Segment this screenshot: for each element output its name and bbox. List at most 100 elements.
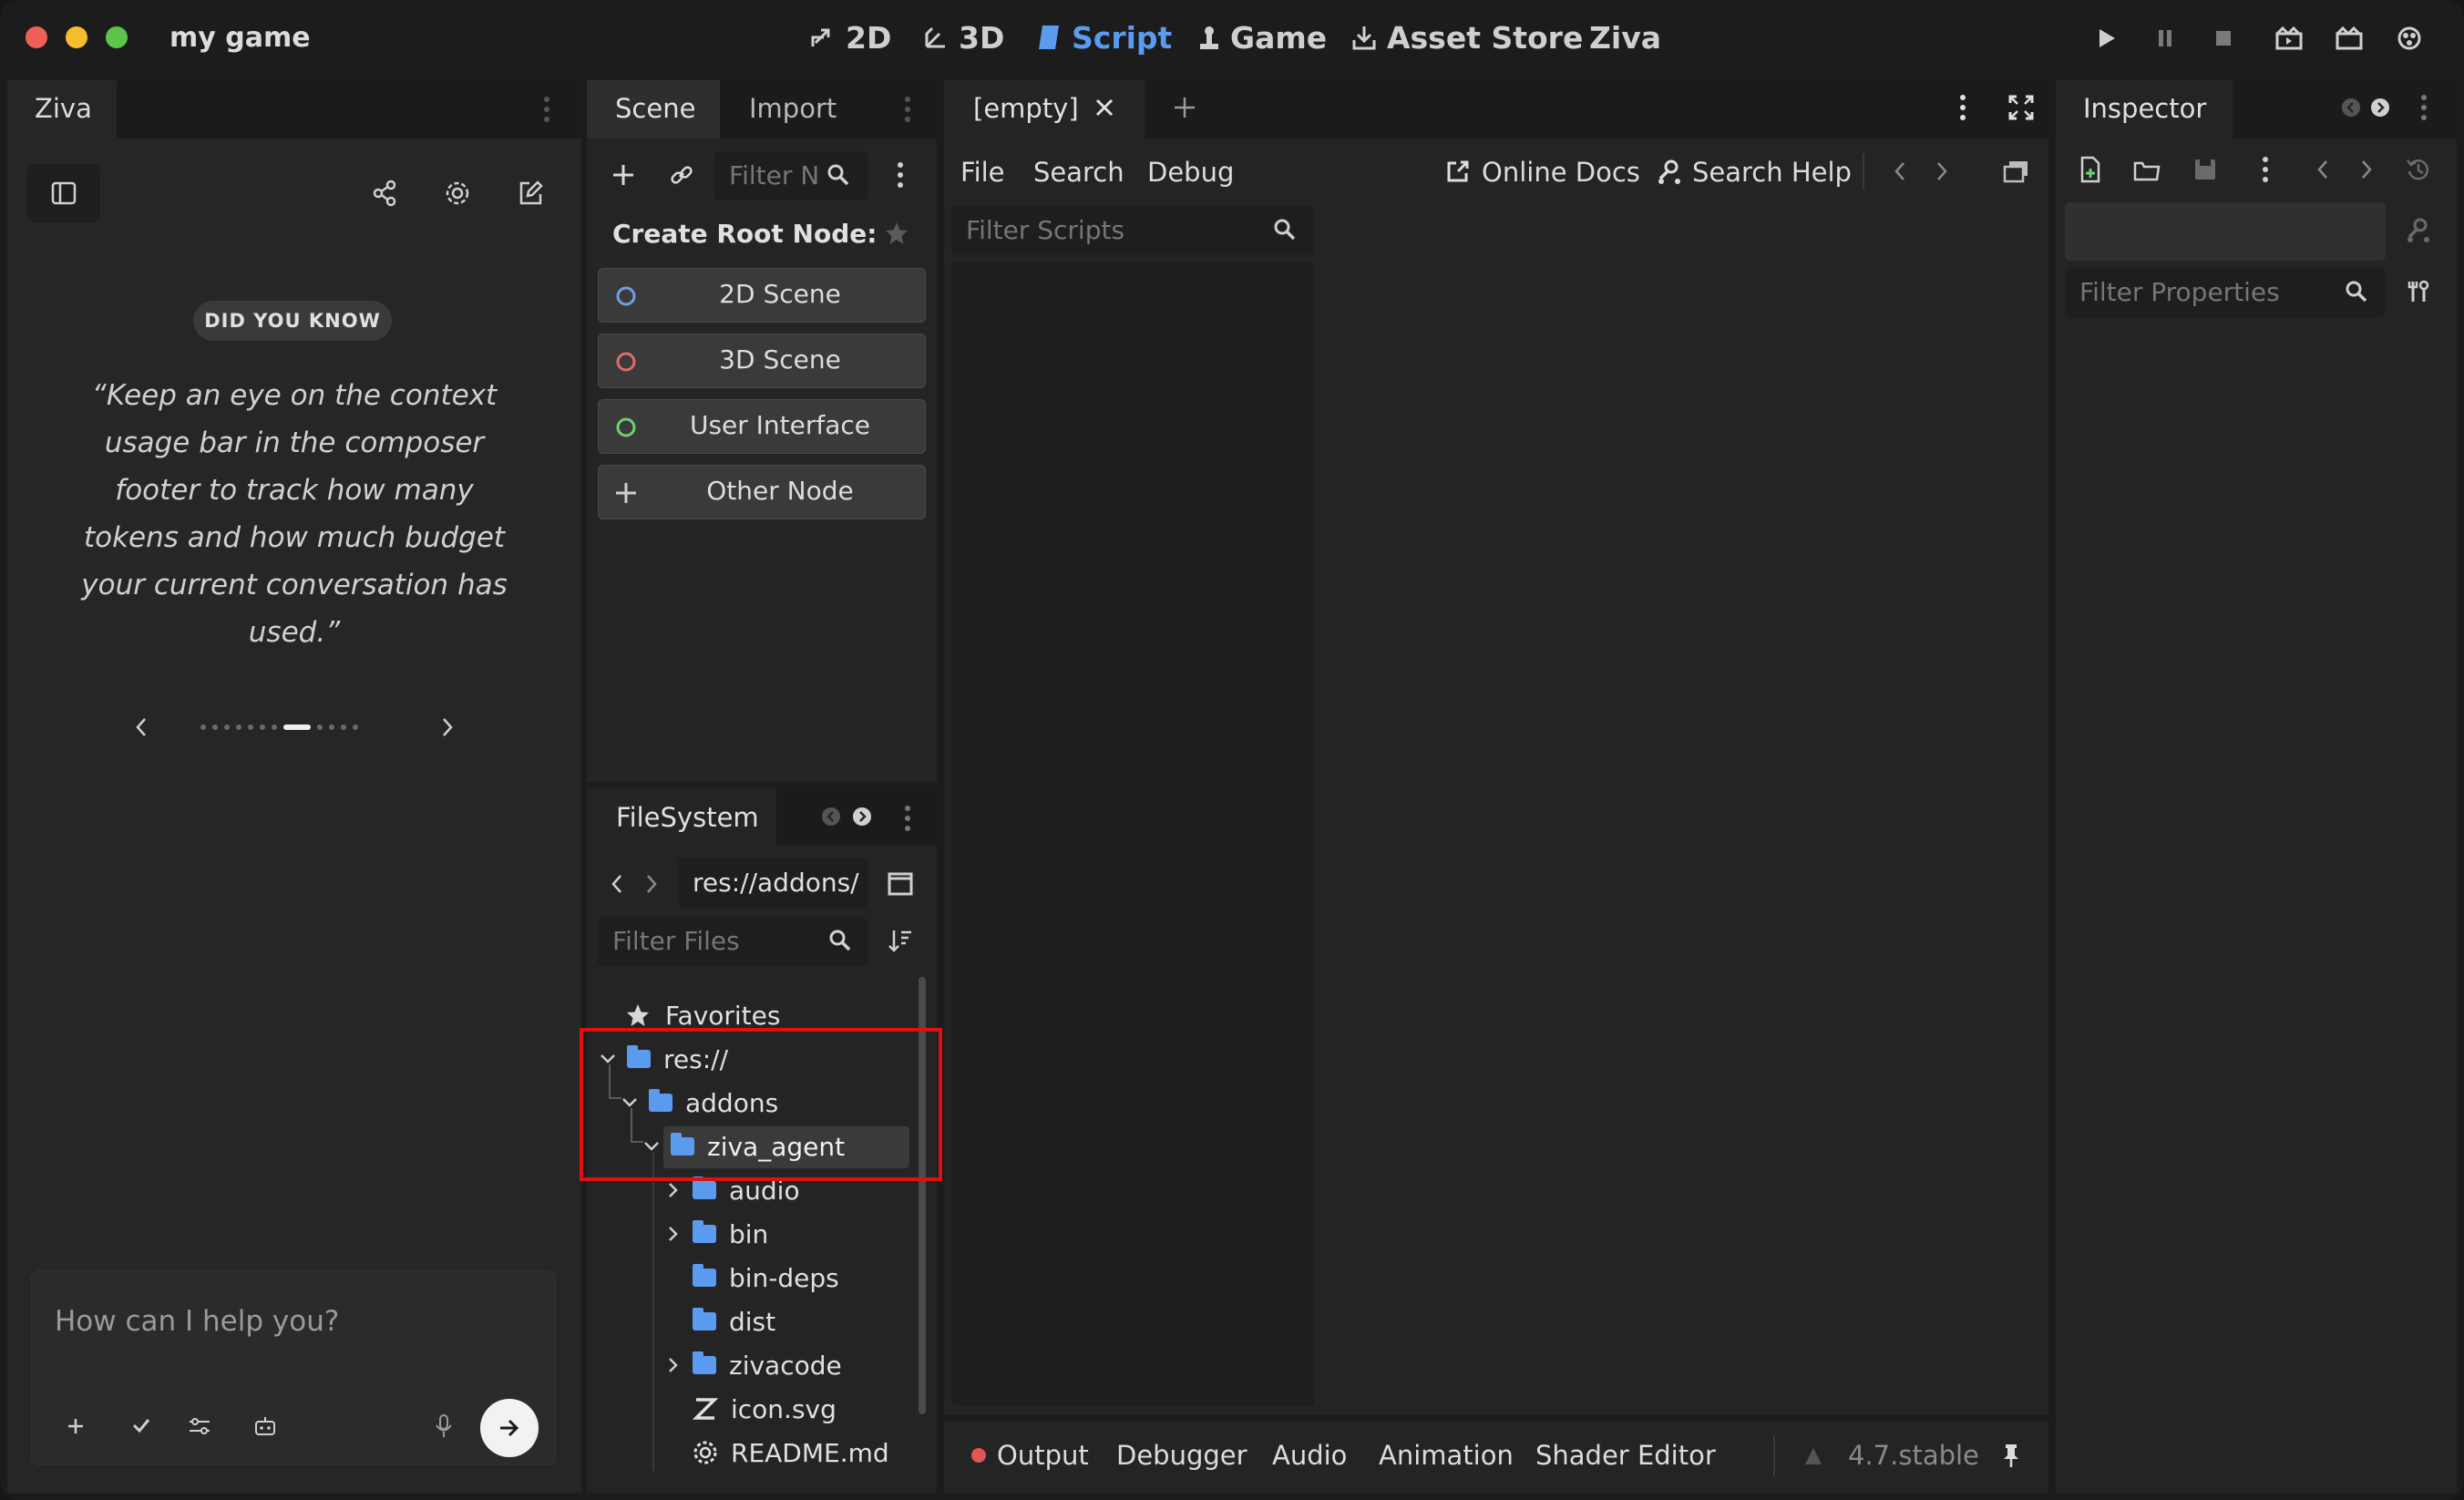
send-button[interactable]	[480, 1399, 539, 1457]
scene-options-menu-icon[interactable]	[889, 157, 911, 193]
add-node-plus-icon[interactable]	[605, 157, 642, 193]
search-help-button[interactable]: Search Help	[1692, 157, 1852, 188]
script-history-forward-icon[interactable]	[1930, 155, 1954, 188]
collapsed-chevron-icon[interactable]	[663, 1180, 683, 1200]
new-tab-plus-icon[interactable]	[1168, 91, 1201, 124]
tab-inspector[interactable]: Inspector	[2083, 93, 2206, 124]
sidebar-toggle-icon[interactable]	[27, 164, 100, 222]
script-list[interactable]	[951, 262, 1314, 1405]
menu-search[interactable]: Search	[1033, 157, 1124, 188]
tip-prev-chevron-icon[interactable]	[128, 711, 155, 744]
new-resource-icon[interactable]	[2074, 153, 2107, 186]
inspector-dock-left-icon[interactable]	[2340, 97, 2362, 118]
menu-file[interactable]: File	[960, 157, 1005, 188]
tab-shader-editor[interactable]: Shader Editor	[1535, 1440, 1716, 1471]
inspector-options-menu-icon[interactable]	[2254, 151, 2276, 188]
object-selector-field[interactable]	[2065, 202, 2386, 261]
pagination-dot[interactable]	[352, 724, 358, 730]
distraction-free-expand-icon[interactable]	[2005, 91, 2038, 124]
tab-ziva-panel[interactable]: Ziva	[35, 93, 92, 124]
pause-icon[interactable]	[2151, 24, 2180, 53]
pagination-dot[interactable]	[328, 724, 334, 730]
pin-panel-icon[interactable]	[1996, 1440, 2027, 1471]
tab-asset-store[interactable]: Asset Store	[1387, 20, 1583, 56]
menu-debug[interactable]: Debug	[1147, 157, 1234, 188]
ziva-tab-menu-icon[interactable]	[538, 91, 556, 128]
tab-import[interactable]: Import	[749, 93, 837, 124]
filesystem-tab-menu-icon[interactable]	[898, 800, 917, 837]
pagination-dot[interactable]	[223, 724, 230, 730]
tab-animation[interactable]: Animation	[1379, 1440, 1514, 1471]
close-window-button[interactable]	[26, 26, 47, 48]
online-docs-button[interactable]: Online Docs	[1482, 157, 1640, 188]
save-resource-icon[interactable]	[2189, 153, 2222, 186]
pagination-dot[interactable]	[340, 724, 346, 730]
attach-plus-icon[interactable]	[60, 1411, 91, 1442]
favorite-star-icon[interactable]	[880, 217, 913, 250]
tab-filesystem[interactable]: FileSystem	[616, 802, 759, 833]
pagination-dot[interactable]	[235, 724, 241, 730]
pagination-dot[interactable]	[316, 724, 323, 730]
tab-debugger[interactable]: Debugger	[1116, 1440, 1247, 1471]
inspector-forward-icon[interactable]	[2355, 153, 2378, 186]
stop-icon[interactable]	[2209, 24, 2238, 53]
dock-move-left-icon[interactable]	[820, 806, 842, 827]
make-floating-icon[interactable]	[1999, 155, 2032, 188]
options-sliders-icon[interactable]	[184, 1411, 215, 1442]
close-tab-icon[interactable]	[1090, 93, 1119, 122]
inspector-tab-menu-icon[interactable]	[2415, 89, 2433, 126]
run-scene-icon[interactable]	[2273, 24, 2305, 53]
sort-icon[interactable]	[884, 924, 917, 957]
share-icon[interactable]	[366, 177, 403, 210]
tab-2d[interactable]: 2D	[846, 20, 891, 56]
open-resource-folder-icon[interactable]	[2130, 153, 2163, 186]
pagination-dot[interactable]	[211, 724, 218, 730]
tab-3d[interactable]: 3D	[959, 20, 1004, 56]
tab-script[interactable]: Script	[1072, 20, 1172, 56]
pagination-dot[interactable]	[259, 724, 265, 730]
tab-game[interactable]: Game	[1230, 20, 1327, 56]
tab-output[interactable]: Output	[997, 1440, 1089, 1471]
pagination-dot[interactable]	[271, 724, 277, 730]
composer-input[interactable]: How can I help you?	[55, 1305, 339, 1338]
tab-scene[interactable]: Scene	[615, 93, 695, 124]
scene-tab-menu-icon[interactable]	[898, 91, 917, 128]
new-chat-edit-icon[interactable]	[512, 177, 549, 210]
microphone-icon[interactable]	[428, 1411, 459, 1442]
movie-maker-icon[interactable]	[2393, 24, 2426, 53]
collapsed-chevron-icon[interactable]	[663, 1224, 683, 1244]
pagination-dot[interactable]	[247, 724, 253, 730]
model-robot-icon[interactable]	[250, 1411, 281, 1442]
tip-next-chevron-icon[interactable]	[434, 711, 461, 744]
script-history-back-icon[interactable]	[1888, 155, 1912, 188]
dock-move-right-icon[interactable]	[851, 806, 873, 827]
tree-item[interactable]: dist	[693, 1301, 775, 1341]
script-tab-empty[interactable]: [empty]	[973, 93, 1079, 124]
tree-item[interactable]: icon.svg	[693, 1389, 837, 1429]
settings-gear-icon[interactable]	[439, 177, 476, 210]
play-icon[interactable]	[2092, 24, 2121, 53]
tab-audio[interactable]: Audio	[1272, 1440, 1347, 1471]
minimize-window-button[interactable]	[66, 26, 87, 48]
history-icon[interactable]	[2402, 153, 2435, 186]
fs-forward-chevron-icon[interactable]	[640, 868, 663, 900]
run-custom-scene-icon[interactable]	[2333, 24, 2366, 53]
inspector-dock-right-icon[interactable]	[2369, 97, 2391, 118]
fs-back-chevron-icon[interactable]	[605, 868, 629, 900]
tab-ziva[interactable]: Ziva	[1589, 20, 1661, 56]
pagination-dot-active[interactable]	[282, 724, 311, 730]
agent-mode-icon[interactable]	[126, 1411, 157, 1442]
property-tools-icon[interactable]	[2402, 275, 2435, 308]
collapsed-chevron-icon[interactable]	[663, 1355, 683, 1375]
tree-item[interactable]: README.md	[693, 1433, 889, 1473]
instance-link-icon[interactable]	[663, 157, 700, 193]
maximize-window-button[interactable]	[106, 26, 128, 48]
tree-item[interactable]: zivacode	[663, 1345, 842, 1385]
pagination-dot[interactable]	[200, 724, 206, 730]
tree-item[interactable]: bin-deps	[693, 1258, 839, 1298]
toggle-split-view-icon[interactable]	[884, 868, 917, 900]
script-tabs-menu-icon[interactable]	[1952, 89, 1974, 126]
inspector-back-icon[interactable]	[2311, 153, 2335, 186]
object-search-help-icon[interactable]	[2402, 213, 2435, 246]
tree-item[interactable]: bin	[663, 1214, 768, 1254]
